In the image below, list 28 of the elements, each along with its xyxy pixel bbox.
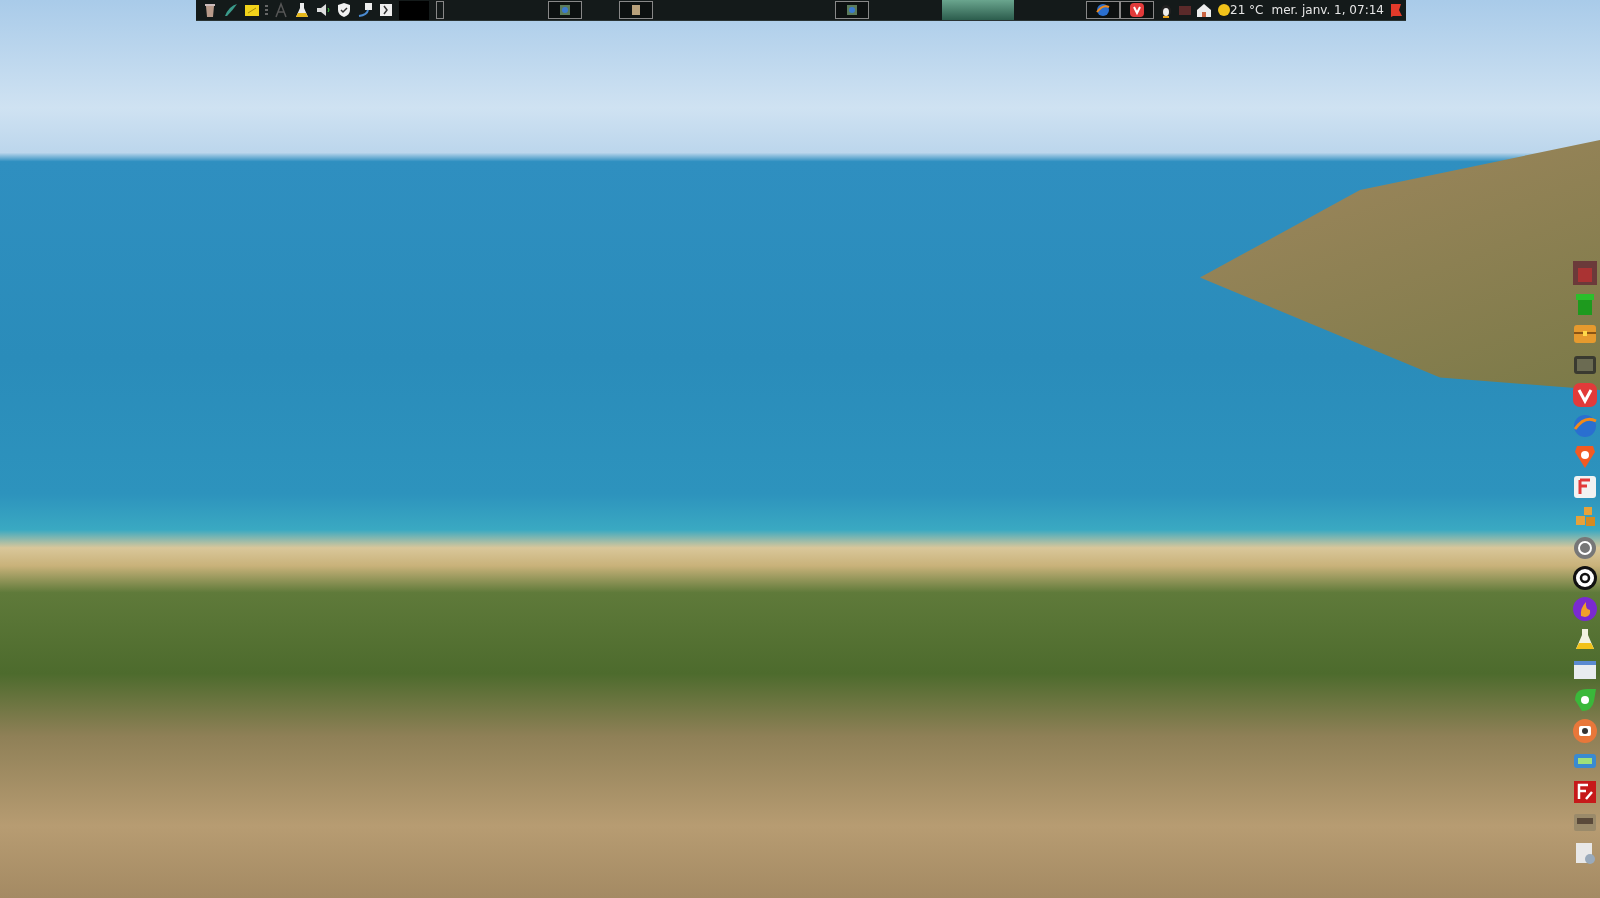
shield-icon[interactable] — [336, 2, 352, 18]
globe-swirl-icon[interactable] — [1096, 3, 1110, 17]
temperature: 21 °C — [1230, 3, 1264, 17]
scroll-icon[interactable] — [630, 4, 642, 16]
map-icon[interactable] — [846, 4, 858, 16]
trash-icon[interactable] — [202, 2, 218, 18]
panel-highlight — [942, 0, 1014, 20]
meter-widget — [436, 1, 444, 19]
speaker-icon[interactable] — [315, 2, 331, 18]
sun-icon — [1217, 3, 1231, 17]
house-icon[interactable] — [1196, 2, 1212, 18]
flask-icon[interactable] — [294, 2, 310, 18]
e-leaf-icon[interactable] — [1572, 687, 1598, 713]
document-icon[interactable] — [378, 2, 394, 18]
at-circle-icon[interactable] — [1572, 565, 1598, 591]
network-icon[interactable] — [357, 2, 373, 18]
map-icon[interactable] — [559, 4, 571, 16]
clock[interactable]: mer. janv. 1, 07:14 — [1271, 3, 1384, 17]
task-button[interactable] — [619, 1, 653, 19]
penguin-icon[interactable] — [1158, 2, 1174, 18]
task-button[interactable] — [1120, 1, 1154, 19]
note-icon[interactable] — [244, 2, 260, 18]
fz-logo-icon[interactable] — [1572, 778, 1598, 805]
feather-icon[interactable] — [223, 2, 239, 18]
grip-icon — [265, 2, 268, 18]
v-logo-icon[interactable] — [1130, 3, 1144, 17]
task-button[interactable] — [1086, 1, 1120, 19]
camera-circle-icon[interactable] — [1572, 717, 1598, 744]
